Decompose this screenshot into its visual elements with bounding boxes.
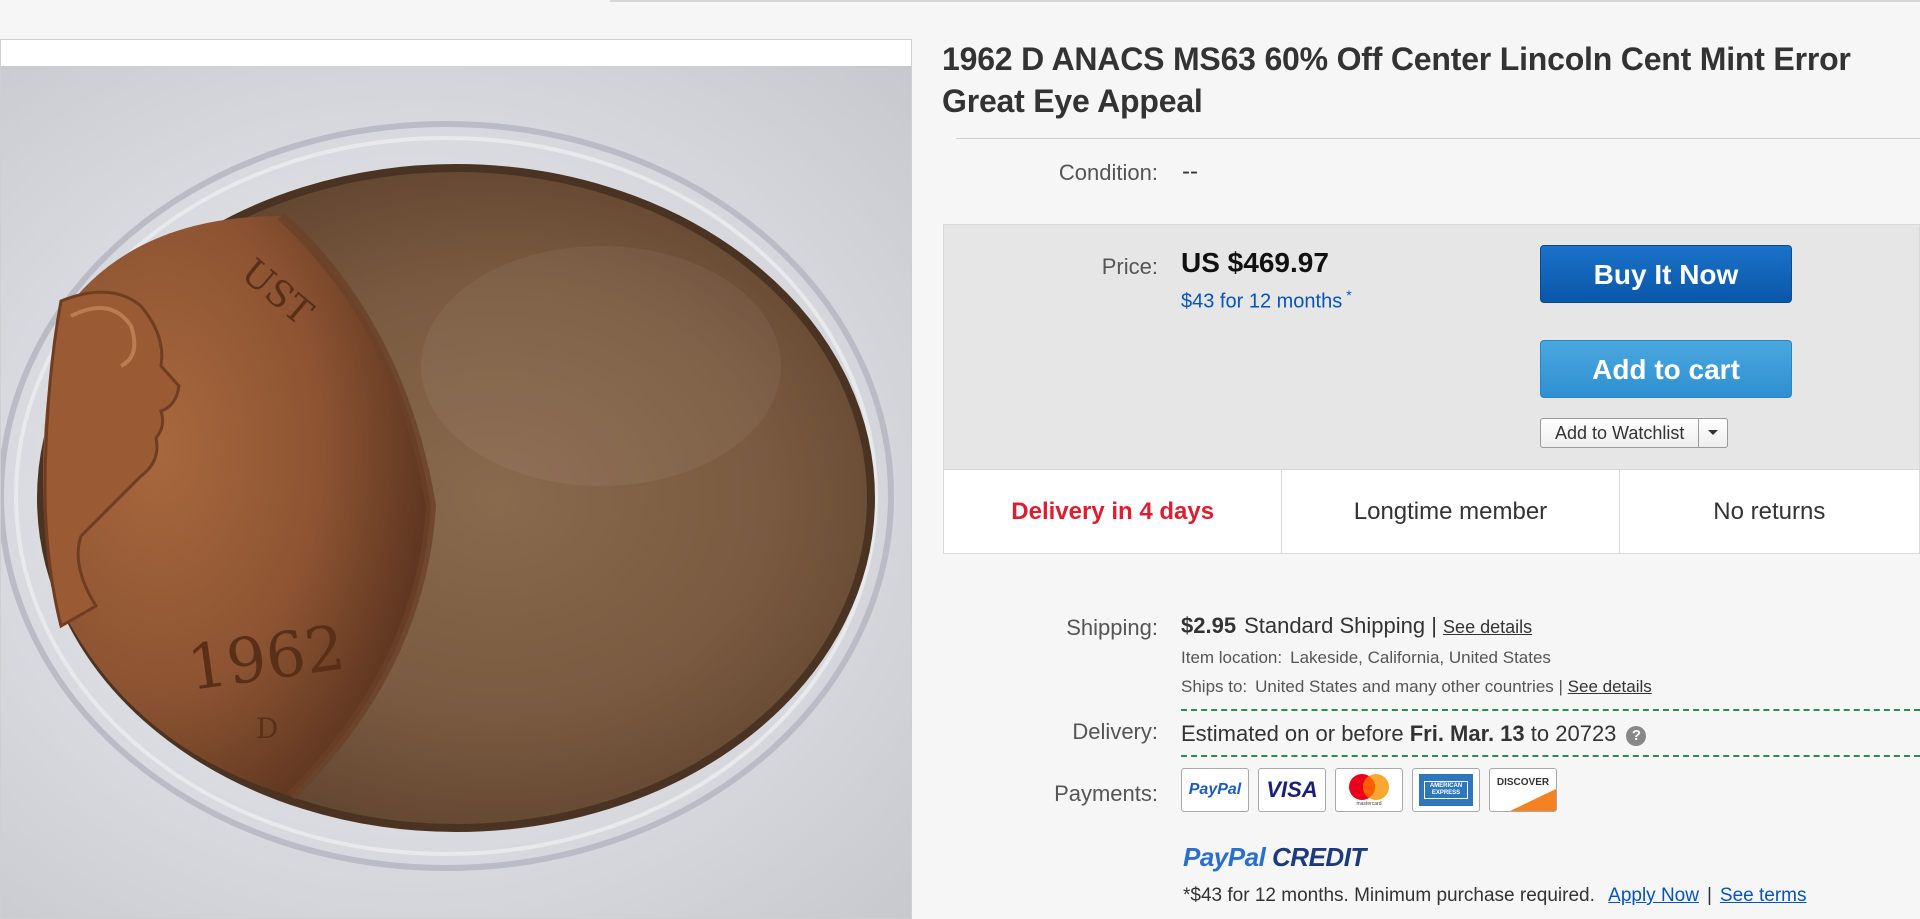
paypal-credit-terms: *$43 for 12 months. Minimum purchase req… <box>1183 885 1807 907</box>
item-location: Item location: Lakeside, California, Unit… <box>1181 648 1551 668</box>
coin-mintmark: D <box>256 712 278 745</box>
delivery-rule-top <box>1181 709 1920 711</box>
paypal-logo: PayPal <box>1181 768 1249 812</box>
visa-logo: VISA <box>1258 768 1326 812</box>
delivery-date: Fri. Mar. 13 <box>1409 721 1525 746</box>
amex-logo: AMERICAN EXPRESS <box>1412 768 1480 812</box>
shipping-summary: $2.95 Standard Shipping | See details <box>1181 613 1532 639</box>
paypal-credit-logo: PayPal CREDIT <box>1183 842 1366 873</box>
delivery-prefix: Estimated on or before <box>1181 721 1404 746</box>
condition-value: -- <box>1182 158 1198 185</box>
delivery-rule-bottom <box>1181 755 1920 757</box>
add-to-cart-button[interactable]: Add to cart <box>1540 340 1792 398</box>
item-highlights: Delivery in 4 days Longtime member No re… <box>943 470 1920 554</box>
see-terms-link[interactable]: See terms <box>1720 885 1807 906</box>
watchlist-dropdown-button[interactable] <box>1699 419 1727 447</box>
buy-it-now-button[interactable]: Buy It Now <box>1540 245 1792 303</box>
item-title: 1962 D ANACS MS63 60% Off Center Lincoln… <box>942 41 1851 119</box>
payments-label: Payments: <box>1054 781 1158 806</box>
condition-label: Condition: <box>1058 160 1158 185</box>
highlight-longtime-member: Longtime member <box>1282 470 1620 553</box>
highlight-delivery: Delivery in 4 days <box>944 470 1283 553</box>
paypal-credit-note: *$43 for 12 months. Minimum purchase req… <box>1183 885 1595 906</box>
shipping-method: Standard Shipping | <box>1244 613 1437 638</box>
coin-image: 1962 D UST <box>1 121 894 871</box>
ships-to-label: Ships to: <box>1181 677 1248 696</box>
item-location-value: Lakeside, California, United States <box>1290 648 1551 667</box>
shipping-label: Shipping: <box>1066 615 1158 640</box>
add-to-watchlist-button[interactable]: Add to Watchlist <box>1541 419 1700 447</box>
delivery-label: Delivery: <box>1072 719 1158 744</box>
title-divider <box>956 138 1920 139</box>
paypal-logo-text: PayPal <box>1188 781 1242 798</box>
payment-methods: PayPal VISA mastercard AMERICAN EXPRESS … <box>1181 768 1557 812</box>
highlight-returns: No returns <box>1713 497 1826 525</box>
mastercard-logo-text: mastercard <box>1356 801 1382 807</box>
ships-to-details-link[interactable]: See details <box>1568 677 1652 696</box>
amex-logo-text: AMERICAN EXPRESS <box>1424 781 1468 799</box>
paypal-credit-brand-a: PayPal <box>1183 842 1266 872</box>
shipping-details-link[interactable]: See details <box>1443 617 1532 637</box>
visa-logo-text: VISA <box>1266 777 1318 802</box>
financing-link[interactable]: $43 for 12 months * <box>1181 287 1352 314</box>
shipping-cost: $2.95 <box>1181 613 1237 638</box>
discover-logo: DISCOVER <box>1489 768 1557 812</box>
dropdown-caret-icon <box>1708 430 1719 435</box>
ships-to: Ships to: United States and many other co… <box>1181 677 1652 697</box>
terms-separator: | <box>1706 885 1712 906</box>
item-details: 1962 D ANACS MS63 60% Off Center Lincoln… <box>942 0 1920 919</box>
price-value: US $469.97 <box>1181 247 1329 278</box>
financing-text[interactable]: $43 for 12 months <box>1181 291 1342 313</box>
mastercard-logo: mastercard <box>1335 768 1403 812</box>
mastercard-circles-icon <box>1349 774 1389 800</box>
financing-footnote-mark: * <box>1346 287 1352 303</box>
watchlist-control: Add to Watchlist <box>1540 418 1729 448</box>
item-location-label: Item location: <box>1181 648 1283 667</box>
discover-swoosh-icon <box>1510 789 1556 811</box>
ships-to-value: United States and many other countries | <box>1255 677 1563 696</box>
price-label: Price: <box>1101 254 1158 279</box>
product-photo[interactable]: 1962 D UST <box>1 66 911 918</box>
apply-now-link[interactable]: Apply Now <box>1608 885 1699 906</box>
paypal-credit-brand-b: CREDIT <box>1272 842 1366 872</box>
help-icon[interactable]: ? <box>1626 726 1647 746</box>
delivery-estimate: Estimated on or before Fri. Mar. 13 to 2… <box>1181 721 1647 747</box>
product-image-frame[interactable]: 1962 D UST <box>0 39 912 919</box>
delivery-zip: to 20723 <box>1530 721 1617 746</box>
